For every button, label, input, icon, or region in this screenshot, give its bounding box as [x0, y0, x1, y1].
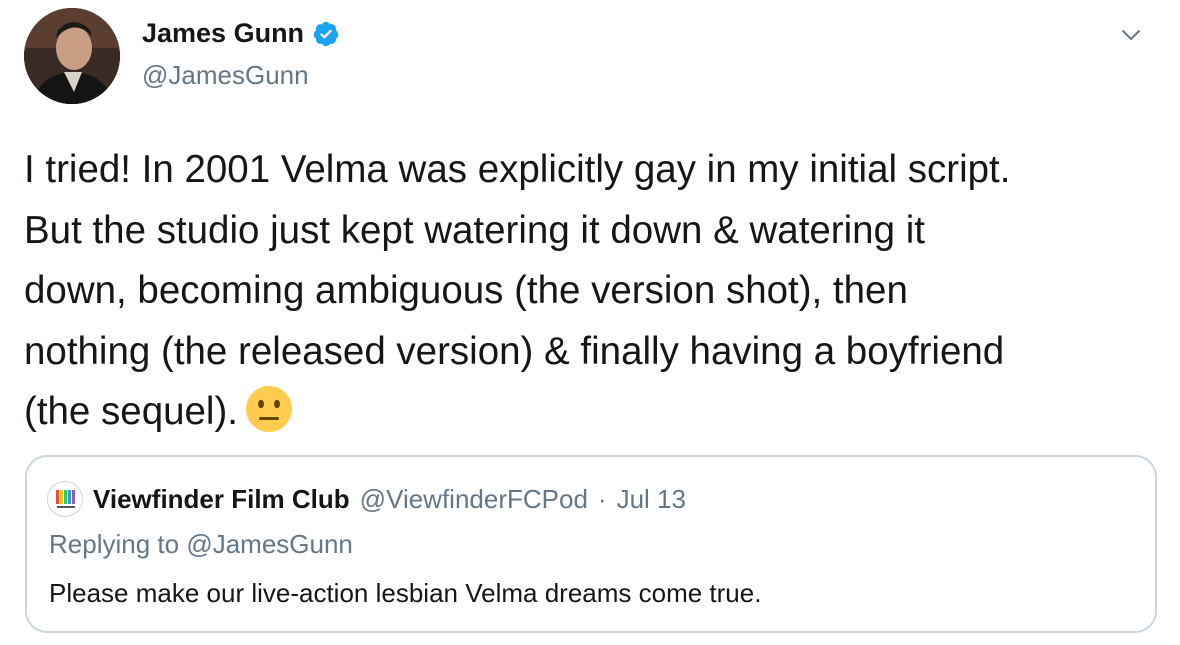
quoted-date[interactable]: Jul 13 — [617, 484, 686, 515]
avatar[interactable] — [24, 8, 120, 104]
tweet-text: I tried! In 2001 Velma was explicitly ga… — [24, 140, 1169, 443]
quoted-tweet-header: Viewfinder Film Club @ViewfinderFCPod · … — [47, 481, 686, 517]
separator-dot: · — [597, 483, 607, 514]
neutral-face-emoji — [244, 384, 294, 434]
author-handle[interactable]: @JamesGunn — [142, 60, 309, 91]
quoted-author-handle[interactable]: @ViewfinderFCPod — [360, 484, 588, 515]
author-row: James Gunn — [142, 18, 340, 49]
author-name[interactable]: James Gunn — [142, 18, 304, 49]
quoted-tweet[interactable]: Viewfinder Film Club @ViewfinderFCPod · … — [25, 455, 1157, 633]
quoted-avatar[interactable] — [47, 481, 83, 517]
replying-to: Replying to @JamesGunn — [49, 529, 353, 560]
replying-prefix: Replying to — [49, 529, 180, 559]
chevron-down-icon[interactable] — [1118, 22, 1144, 48]
tweet-body: I tried! In 2001 Velma was explicitly ga… — [24, 148, 1011, 433]
quoted-author-name[interactable]: Viewfinder Film Club — [93, 484, 350, 515]
verified-badge-icon — [312, 20, 340, 48]
quoted-text: Please make our live-action lesbian Velm… — [49, 578, 762, 608]
replying-handle[interactable]: @JamesGunn — [186, 529, 353, 559]
